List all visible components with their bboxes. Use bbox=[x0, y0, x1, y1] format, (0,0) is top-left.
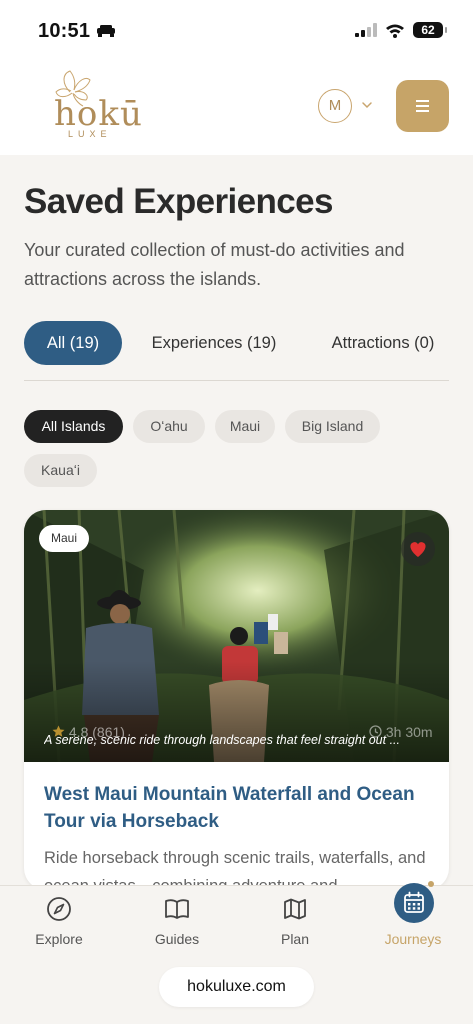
filter-all-islands[interactable]: All Islands bbox=[24, 410, 123, 443]
logo-subtext: LUXE bbox=[68, 129, 112, 139]
hamburger-menu-icon bbox=[416, 100, 429, 102]
nav-explore-label: Explore bbox=[35, 931, 83, 947]
filter-maui[interactable]: Maui bbox=[215, 410, 275, 443]
favorite-button[interactable] bbox=[401, 532, 435, 566]
logo-wordmark: hokū bbox=[54, 94, 143, 134]
chevron-down-icon[interactable] bbox=[360, 98, 374, 112]
experience-card[interactable]: Maui 4.8 (861) 3h 30m A serene, scenic r… bbox=[24, 510, 449, 890]
filter-big-island[interactable]: Big Island bbox=[285, 410, 380, 443]
page-subtitle: Your curated collection of must-do activ… bbox=[24, 240, 405, 289]
status-bar: 10:51 62 bbox=[0, 0, 473, 60]
hamburger-menu-button[interactable] bbox=[396, 80, 449, 132]
notification-dot bbox=[428, 881, 434, 887]
category-tabs: All (19) Experiences (19) Attractions (0… bbox=[24, 321, 449, 381]
map-icon bbox=[284, 898, 306, 920]
calendar-icon bbox=[404, 891, 424, 913]
car-icon bbox=[97, 25, 115, 37]
journeys-button[interactable] bbox=[394, 883, 434, 923]
nav-plan[interactable]: Plan bbox=[245, 896, 345, 947]
browser-url-bar[interactable]: hokuluxe.com bbox=[159, 967, 314, 1007]
nav-journeys-label: Journeys bbox=[384, 931, 442, 947]
nav-explore[interactable]: Explore bbox=[9, 896, 109, 947]
page-title: Saved Experiences bbox=[24, 182, 333, 221]
photo-caption: A serene, scenic ride through landscapes… bbox=[44, 733, 400, 747]
region-badge: Maui bbox=[39, 525, 90, 552]
compass-icon bbox=[47, 897, 71, 921]
nav-plan-label: Plan bbox=[280, 931, 310, 947]
app-screen: 10:51 62 hokū LUXE M Saved Experiences Y… bbox=[0, 0, 473, 1024]
filter-kauai[interactable]: Kauaʻi bbox=[24, 454, 97, 487]
filter-oahu[interactable]: Oʻahu bbox=[133, 410, 205, 443]
wifi-icon bbox=[386, 24, 404, 38]
battery-icon: 62 bbox=[413, 22, 447, 38]
tab-attractions[interactable]: Attractions (0) bbox=[317, 321, 449, 365]
status-indicators: 62 bbox=[355, 22, 447, 38]
nav-guides[interactable]: Guides bbox=[127, 896, 227, 947]
signal-icon bbox=[355, 23, 377, 37]
book-icon bbox=[165, 899, 189, 919]
heart-icon bbox=[410, 542, 426, 557]
experience-title[interactable]: West Maui Mountain Waterfall and Ocean T… bbox=[44, 781, 434, 835]
status-time: 10:51 bbox=[38, 20, 91, 42]
tab-all[interactable]: All (19) bbox=[24, 321, 122, 365]
nav-guides-label: Guides bbox=[154, 931, 200, 947]
experience-description: Ride horseback through scenic trails, wa… bbox=[44, 849, 426, 890]
tab-experiences[interactable]: Experiences (19) bbox=[138, 321, 290, 365]
profile-avatar-button[interactable]: M bbox=[318, 89, 352, 123]
